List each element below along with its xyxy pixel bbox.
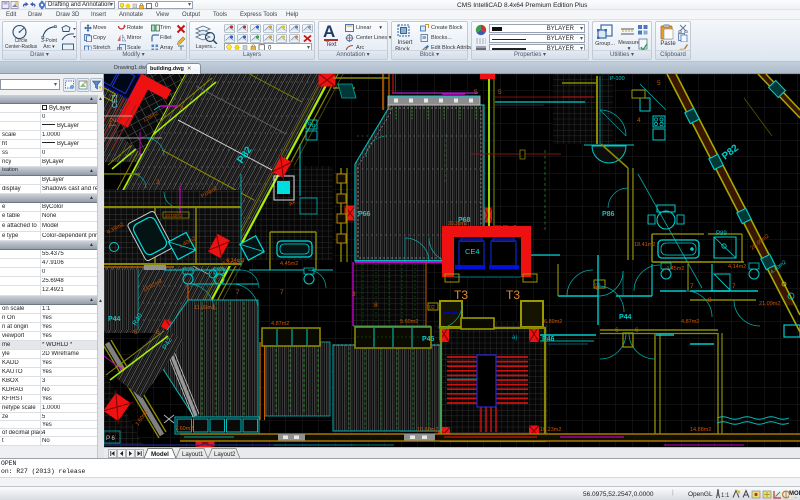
svg-text:7.60m2: 7.60m2 <box>175 426 193 432</box>
svg-text:6: 6 <box>134 329 138 336</box>
svg-text:T3: T3 <box>506 288 520 302</box>
svg-text:6: 6 <box>156 329 160 336</box>
svg-text:7: 7 <box>690 283 694 290</box>
svg-text:Model: Model <box>151 451 169 458</box>
svg-text:8: 8 <box>374 302 378 309</box>
svg-text:6.89m2: 6.89m2 <box>544 319 562 325</box>
svg-text:7: 7 <box>732 283 736 290</box>
svg-text:4.87m2: 4.87m2 <box>681 319 699 325</box>
svg-text:21.09m2: 21.09m2 <box>759 301 780 307</box>
svg-text:3: 3 <box>352 291 356 298</box>
svg-text:1:1: 1:1 <box>721 493 730 499</box>
svg-text:8: 8 <box>708 297 712 304</box>
svg-text:10.02m2: 10.02m2 <box>165 213 183 218</box>
svg-text:11.09m2: 11.09m2 <box>194 305 215 311</box>
svg-text:18.41m2: 18.41m2 <box>634 242 655 248</box>
svg-text:CE4: CE4 <box>465 247 480 256</box>
svg-text:a): a) <box>512 335 517 341</box>
svg-text:16.23m2: 16.23m2 <box>540 427 561 433</box>
svg-text:16.60m2: 16.60m2 <box>417 427 438 433</box>
svg-text:5: 5 <box>474 89 478 96</box>
svg-text:5: 5 <box>498 89 502 96</box>
svg-text:P44: P44 <box>108 316 121 323</box>
svg-text:7: 7 <box>280 289 284 296</box>
svg-text:CE3: CE3 <box>112 94 119 108</box>
svg-text:5: 5 <box>657 80 661 87</box>
svg-text:4.45m2: 4.45m2 <box>280 261 298 267</box>
svg-text:P46: P46 <box>542 336 555 343</box>
svg-text:P89: P89 <box>716 231 727 237</box>
svg-text:T2: T2 <box>108 117 118 128</box>
svg-text:P44: P44 <box>619 314 632 321</box>
svg-text:4.14m2: 4.14m2 <box>728 264 746 270</box>
svg-text:4.87m2: 4.87m2 <box>271 321 289 327</box>
svg-text:20.35m2: 20.35m2 <box>448 221 468 227</box>
svg-text:02: 02 <box>429 305 435 311</box>
svg-text:P 6: P 6 <box>106 436 116 442</box>
svg-text:5.60m2: 5.60m2 <box>400 319 418 325</box>
svg-text:7: 7 <box>236 289 240 296</box>
svg-text:4.14m2: 4.14m2 <box>222 261 240 267</box>
svg-text:P45: P45 <box>422 336 435 343</box>
svg-text:14.88m2: 14.88m2 <box>690 427 711 433</box>
svg-text:P86: P86 <box>602 211 615 218</box>
svg-text:3: 3 <box>596 285 600 292</box>
svg-text:P66: P66 <box>358 211 371 218</box>
svg-text:T3: T3 <box>454 288 468 302</box>
svg-text:P-100: P-100 <box>610 76 625 82</box>
svg-text:4: 4 <box>637 117 641 124</box>
